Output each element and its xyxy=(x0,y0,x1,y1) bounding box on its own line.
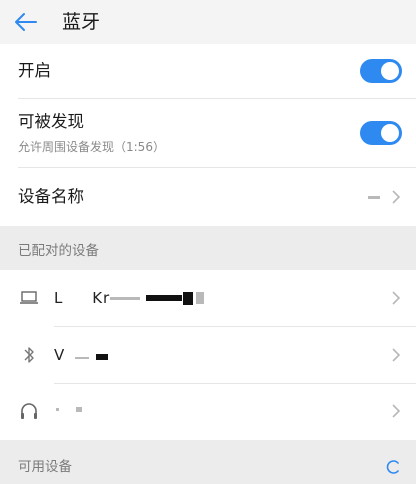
redaction-mark xyxy=(196,292,204,304)
back-button[interactable] xyxy=(12,8,40,36)
redaction-mark xyxy=(96,354,108,360)
available-section-header: 可用设备 xyxy=(0,440,416,484)
paired-device-item[interactable] xyxy=(0,384,416,440)
paired-device-item[interactable]: L Kr xyxy=(0,270,416,327)
discoverable-toggle[interactable] xyxy=(360,121,402,145)
headphones-icon xyxy=(19,401,39,421)
paired-section-label: 已配对的设备 xyxy=(18,243,99,259)
bluetooth-toggle-row[interactable]: 开启 xyxy=(0,44,416,99)
redaction-mark xyxy=(183,292,193,305)
available-section-label: 可用设备 xyxy=(18,459,72,475)
device-name-label: 设备名称 xyxy=(18,187,84,206)
paired-device-name: L Kr xyxy=(54,289,111,307)
bluetooth-settings-screen: 蓝牙 开启 可被发现 允许周围设备发现（1:56） 设备名称 已配对的设备 L … xyxy=(0,0,416,484)
bluetooth-toggle[interactable] xyxy=(360,59,402,83)
device-name-value-redacted xyxy=(368,196,380,199)
refresh-icon[interactable] xyxy=(384,458,402,476)
discoverable-label: 可被发现 xyxy=(18,112,84,131)
chevron-right-icon xyxy=(390,401,402,421)
bluetooth-toggle-label: 开启 xyxy=(18,61,51,80)
app-header: 蓝牙 xyxy=(0,0,416,44)
chevron-right-icon xyxy=(390,288,402,308)
page-title: 蓝牙 xyxy=(62,11,101,33)
device-name-row[interactable]: 设备名称 xyxy=(0,168,416,226)
chevron-right-icon xyxy=(390,345,402,365)
laptop-icon xyxy=(19,288,39,308)
paired-section-header: 已配对的设备 xyxy=(0,226,416,270)
redaction-mark xyxy=(146,295,182,301)
discoverable-row[interactable]: 可被发现 允许周围设备发现（1:56） xyxy=(0,99,416,168)
bluetooth-icon xyxy=(19,345,39,365)
redaction-mark xyxy=(75,357,89,359)
redaction-mark xyxy=(110,297,140,300)
arrow-left-icon xyxy=(15,13,37,31)
toggle-knob xyxy=(381,124,399,142)
redaction-mark xyxy=(76,407,82,412)
toggle-knob xyxy=(381,62,399,80)
redaction-mark xyxy=(56,408,59,411)
paired-device-name: V xyxy=(54,346,66,364)
discoverable-sub: 允许周围设备发现（1:56） xyxy=(18,140,165,154)
chevron-right-icon xyxy=(390,187,402,207)
paired-device-item[interactable]: V xyxy=(0,327,416,384)
